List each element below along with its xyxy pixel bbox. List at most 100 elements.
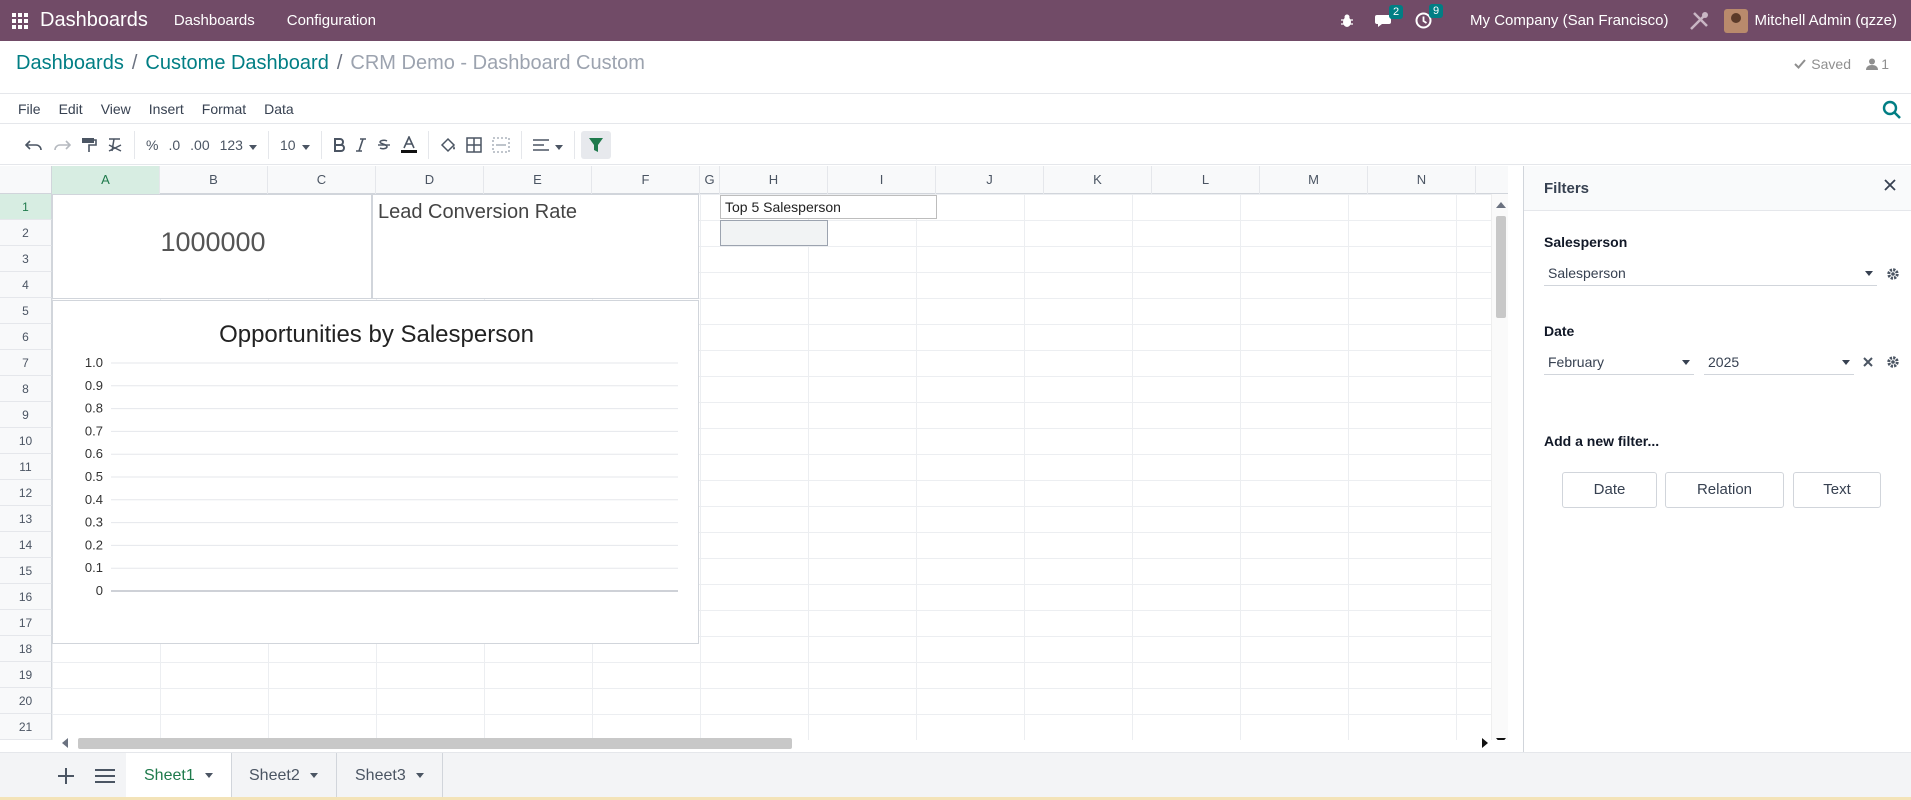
scroll-right-icon[interactable] <box>1482 738 1488 748</box>
cell-h2-selected[interactable] <box>720 220 828 246</box>
paint-format-icon[interactable] <box>76 131 102 159</box>
row-header-21[interactable]: 21 <box>0 714 52 740</box>
vertical-scroll-thumb[interactable] <box>1496 216 1506 318</box>
breadcrumb-current[interactable]: CRM Demo - Dashboard Custom <box>350 52 645 75</box>
row-header-3[interactable]: 3 <box>0 246 52 272</box>
gear-icon[interactable] <box>1886 267 1900 281</box>
column-header-a[interactable]: A <box>52 166 160 194</box>
scroll-down-icon[interactable] <box>1496 738 1506 740</box>
row-header-15[interactable]: 15 <box>0 558 52 584</box>
chevron-down-icon[interactable] <box>309 773 318 778</box>
menu-edit[interactable]: Edit <box>59 101 83 117</box>
sheet-tab-sheet1[interactable]: Sheet1 <box>126 753 232 798</box>
column-header-k[interactable]: K <box>1044 166 1152 194</box>
decrease-decimal-button[interactable]: .0 <box>163 131 185 159</box>
row-header-18[interactable]: 18 <box>0 636 52 662</box>
strikethrough-icon[interactable] <box>372 131 396 159</box>
menu-data[interactable]: Data <box>264 101 294 117</box>
bold-icon[interactable] <box>328 131 350 159</box>
vertical-scrollbar[interactable] <box>1491 194 1508 740</box>
add-date-filter-button[interactable]: Date <box>1562 472 1657 508</box>
activity-clock-icon[interactable]: 9 <box>1415 4 1444 29</box>
search-icon[interactable] <box>1882 100 1901 122</box>
row-header-7[interactable]: 7 <box>0 350 52 376</box>
date-year-select[interactable]: 2025 <box>1704 349 1854 375</box>
row-header-5[interactable]: 5 <box>0 298 52 324</box>
fill-color-icon[interactable] <box>435 131 461 159</box>
nav-dashboards[interactable]: Dashboards <box>174 12 255 29</box>
row-header-12[interactable]: 12 <box>0 480 52 506</box>
date-month-select[interactable]: February <box>1544 349 1694 375</box>
scroll-up-icon[interactable] <box>1496 202 1506 208</box>
column-header-f[interactable]: F <box>592 166 700 194</box>
menu-insert[interactable]: Insert <box>149 101 184 117</box>
user-menu[interactable]: Mitchell Admin (qzze) <box>1754 12 1897 29</box>
apps-menu-icon[interactable] <box>0 0 40 41</box>
font-size-select[interactable]: 10 <box>275 131 315 159</box>
user-avatar[interactable] <box>1724 8 1749 33</box>
row-header-2[interactable]: 2 <box>0 220 52 246</box>
column-header-b[interactable]: B <box>160 166 268 194</box>
chevron-down-icon[interactable] <box>415 773 424 778</box>
add-sheet-icon[interactable] <box>57 767 75 785</box>
column-header-l[interactable]: L <box>1152 166 1260 194</box>
horizontal-scroll-thumb[interactable] <box>78 738 792 749</box>
undo-icon[interactable] <box>20 131 48 159</box>
row-header-4[interactable]: 4 <box>0 272 52 298</box>
increase-decimal-button[interactable]: .00 <box>185 131 214 159</box>
row-header-19[interactable]: 19 <box>0 662 52 688</box>
salesperson-filter-select[interactable]: Salesperson <box>1544 260 1877 286</box>
italic-icon[interactable] <box>350 131 372 159</box>
redo-icon[interactable] <box>48 131 76 159</box>
bug-icon[interactable] <box>1339 13 1355 29</box>
chart-opportunities-by-salesperson[interactable]: Opportunities by Salesperson 0 0.1 0.2 0.3 0… <box>52 300 699 644</box>
menu-file[interactable]: File <box>18 101 41 117</box>
row-header-10[interactable]: 10 <box>0 428 52 454</box>
column-header-j[interactable]: J <box>936 166 1044 194</box>
collaborators-count[interactable]: 1 <box>1866 56 1889 72</box>
spreadsheet-grid[interactable]: A B C D E F G H I J K L M N 1 2 3 4 5 6 … <box>0 166 1508 740</box>
breadcrumb-custome-dashboard[interactable]: Custome Dashboard <box>145 52 328 75</box>
format-percent-button[interactable]: % <box>141 131 163 159</box>
clear-date-icon[interactable] <box>1862 356 1874 368</box>
add-text-filter-button[interactable]: Text <box>1793 472 1881 508</box>
menu-view[interactable]: View <box>101 101 131 117</box>
sheet-tab-sheet2[interactable]: Sheet2 <box>231 753 337 798</box>
align-select[interactable] <box>528 131 568 159</box>
merge-cells-icon[interactable] <box>487 131 515 159</box>
menu-format[interactable]: Format <box>202 101 246 117</box>
clear-format-icon[interactable] <box>102 131 128 159</box>
close-icon[interactable] <box>1883 178 1897 192</box>
corner-cell[interactable] <box>0 166 52 194</box>
gear-icon[interactable] <box>1886 355 1900 369</box>
nav-configuration[interactable]: Configuration <box>287 12 376 29</box>
tools-icon[interactable] <box>1688 10 1710 32</box>
row-header-16[interactable]: 16 <box>0 584 52 610</box>
row-header-17[interactable]: 17 <box>0 610 52 636</box>
chevron-down-icon[interactable] <box>204 773 213 778</box>
column-header-c[interactable]: C <box>268 166 376 194</box>
app-brand[interactable]: Dashboards <box>40 9 148 32</box>
column-header-n[interactable]: N <box>1368 166 1476 194</box>
row-header-8[interactable]: 8 <box>0 376 52 402</box>
list-sheets-icon[interactable] <box>95 768 115 784</box>
cell-h1[interactable]: Top 5 Salesperson <box>720 195 937 219</box>
column-header-h[interactable]: H <box>720 166 828 194</box>
filter-icon[interactable] <box>580 130 611 159</box>
row-header-1[interactable]: 1 <box>0 194 52 220</box>
horizontal-scrollbar[interactable] <box>52 736 1492 750</box>
chat-icon[interactable]: 2 <box>1375 4 1404 29</box>
number-format-button[interactable]: 123 <box>215 131 262 159</box>
row-header-11[interactable]: 11 <box>0 454 52 480</box>
row-header-13[interactable]: 13 <box>0 506 52 532</box>
text-color-icon[interactable] <box>396 131 422 159</box>
company-switcher[interactable]: My Company (San Francisco) <box>1470 12 1668 29</box>
scroll-left-icon[interactable] <box>62 738 68 748</box>
add-relation-filter-button[interactable]: Relation <box>1665 472 1784 508</box>
row-header-20[interactable]: 20 <box>0 688 52 714</box>
scorecard-lead-conversion[interactable]: Lead Conversion Rate <box>372 194 699 299</box>
column-header-m[interactable]: M <box>1260 166 1368 194</box>
breadcrumb-dashboards[interactable]: Dashboards <box>16 52 124 75</box>
row-header-14[interactable]: 14 <box>0 532 52 558</box>
sheet-tab-sheet3[interactable]: Sheet3 <box>337 753 443 798</box>
